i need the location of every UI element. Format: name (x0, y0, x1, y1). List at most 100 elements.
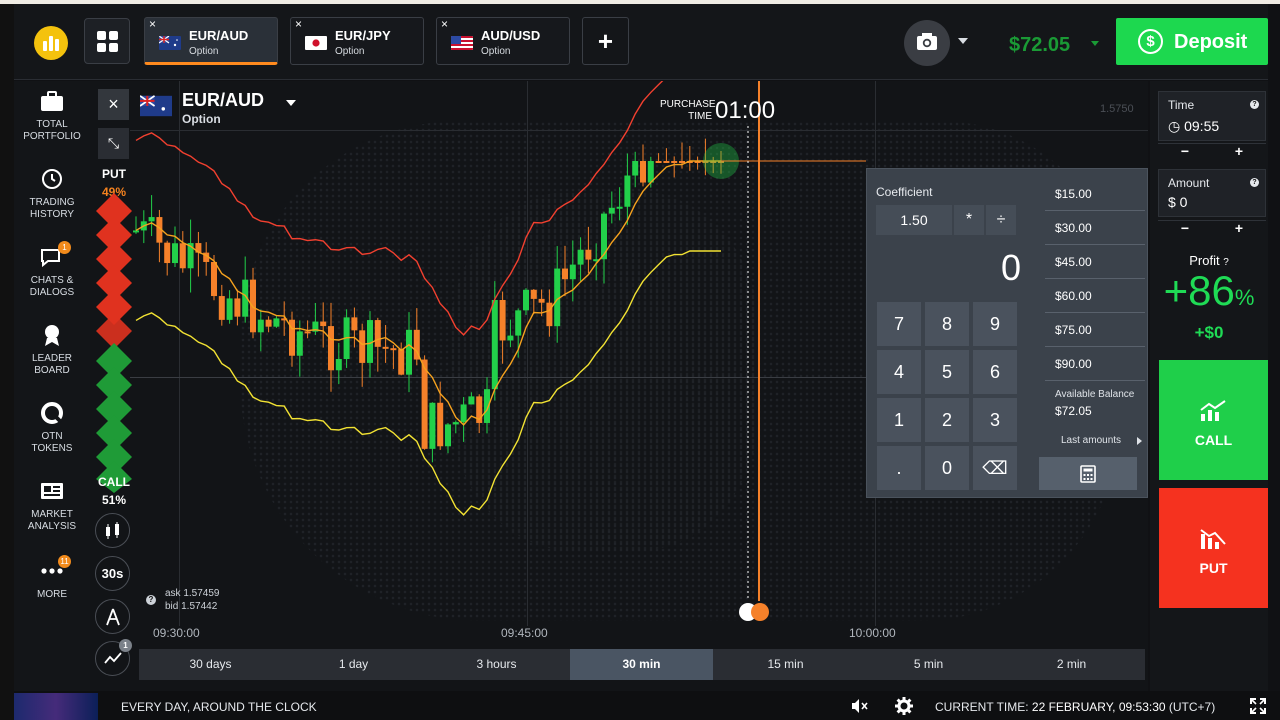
collapse-icon[interactable]: ⤡ (98, 128, 129, 159)
expiry-time-field[interactable]: Time ? ◷ 09:55 (1158, 91, 1266, 141)
price-chart[interactable]: × ⤡ PUT 49% CALL 51% 30s 1 EUR/AUD Optio… (90, 81, 1148, 691)
sentiment-bar (96, 193, 132, 493)
key-6[interactable]: 6 (973, 350, 1017, 394)
key-3[interactable]: 3 (973, 398, 1017, 442)
key-4[interactable]: 4 (877, 350, 921, 394)
australia-flag-icon (159, 36, 181, 50)
key-1[interactable]: 1 (877, 398, 921, 442)
candle-body (382, 346, 389, 349)
amount-increase-button[interactable]: + (1212, 221, 1266, 235)
settings-gear-icon[interactable] (895, 697, 913, 720)
key-8[interactable]: 8 (925, 302, 969, 346)
period-15-min[interactable]: 15 min (714, 649, 857, 680)
sidebar-item-label: MARKET (31, 509, 73, 520)
multiply-button[interactable]: * (954, 205, 984, 235)
close-chart-button[interactable]: × (98, 89, 129, 120)
key-0[interactable]: 0 (925, 446, 969, 490)
amount-label: Amount (1168, 176, 1210, 190)
sidebar-item-portfolio[interactable]: TOTAL PORTFOLIO (14, 89, 90, 143)
deposit-button[interactable]: $ Deposit (1116, 18, 1268, 65)
period-2-min[interactable]: 2 min (1000, 649, 1143, 680)
sidebar-item-more[interactable]: 11 MORE (14, 555, 90, 601)
chevron-down-icon[interactable] (1091, 41, 1099, 46)
indicators-button[interactable]: 1 (95, 639, 132, 676)
candle-body (234, 298, 241, 317)
last-amounts-link[interactable]: Last amounts (1061, 435, 1121, 446)
chart-type-button[interactable] (95, 513, 130, 548)
close-tab-icon[interactable]: × (295, 17, 302, 31)
account-balance[interactable]: $72.05 (1009, 34, 1070, 57)
sidebar-item-leaderboard[interactable]: LEADER BOARD (14, 323, 90, 377)
chevron-down-icon[interactable] (958, 38, 968, 44)
add-asset-button[interactable]: + (582, 17, 629, 65)
sidebar-item-history[interactable]: TRADING HISTORY (14, 167, 90, 221)
tab-pair: AUD/USD (481, 28, 541, 43)
key-5[interactable]: 5 (925, 350, 969, 394)
key-2[interactable]: 2 (925, 398, 969, 442)
amount-decrease-button[interactable]: − (1158, 221, 1212, 235)
mute-icon[interactable] (850, 698, 868, 719)
fullscreen-icon[interactable] (1250, 698, 1266, 719)
help-icon[interactable]: ? (146, 595, 156, 605)
sidebar-item-label: TOTAL (36, 119, 68, 130)
drawing-tools-button[interactable] (95, 599, 130, 634)
sidebar-item-market-analysis[interactable]: MARKET ANALYSIS (14, 479, 90, 533)
asset-tab-eur-jpy[interactable]: × EUR/JPY Option (290, 17, 424, 65)
key-7[interactable]: 7 (877, 302, 921, 346)
notification-badge: 1 (119, 639, 132, 652)
coefficient-field[interactable]: 1.50 (876, 205, 952, 235)
quick-amount-90[interactable]: $90.00 (1045, 348, 1145, 381)
candle-body (351, 317, 358, 331)
time-increase-button[interactable]: + (1212, 144, 1266, 158)
amount-value[interactable]: $ 0 (1168, 194, 1187, 210)
help-icon[interactable]: ? (1250, 178, 1259, 187)
quick-amount-30[interactable]: $30.00 (1045, 212, 1145, 245)
put-button[interactable]: PUT (1159, 488, 1268, 608)
timeframe-button[interactable]: 30s (95, 556, 130, 591)
quick-amount-15[interactable]: $15.00 (1045, 178, 1145, 211)
period-3-hours[interactable]: 3 hours (425, 649, 568, 680)
period-30-min[interactable]: 30 min (570, 649, 713, 680)
divide-button[interactable]: ÷ (986, 205, 1016, 235)
candle-body (359, 330, 366, 363)
sidebar-item-label: TOKENS (31, 443, 73, 454)
tab-type: Option (481, 46, 511, 57)
chevron-right-icon[interactable] (1137, 437, 1142, 445)
market-analysis-icon (41, 483, 63, 499)
key-9[interactable]: 9 (973, 302, 1017, 346)
close-tab-icon[interactable]: × (441, 17, 448, 31)
sentiment-indicator: PUT 49% CALL 51% (94, 165, 134, 507)
time-decrease-button[interactable]: − (1158, 144, 1212, 158)
logo-icon[interactable] (34, 26, 68, 60)
candles-icon (105, 522, 119, 539)
candle-body (577, 249, 584, 265)
asset-tab-aud-usd[interactable]: × AUD/USD Option (436, 17, 570, 65)
indicator-icon (103, 652, 122, 664)
assets-grid-button[interactable] (84, 18, 130, 64)
current-time: CURRENT TIME: 22 FEBRUARY, 09:53:30 (UTC… (935, 700, 1216, 714)
period-5-min[interactable]: 5 min (857, 649, 1000, 680)
amount-field[interactable]: Amount ? $ 0 (1158, 169, 1266, 217)
key-decimal[interactable]: . (877, 446, 921, 490)
period-1-day[interactable]: 1 day (282, 649, 425, 680)
asset-tab-eur-aud[interactable]: × EUR/AUD Option (144, 17, 278, 65)
coefficient-label: Coefficient (876, 185, 933, 199)
sidebar-item-label: CHATS & (30, 275, 74, 286)
quick-amount-60[interactable]: $60.00 (1045, 280, 1145, 313)
sidebar-item-chats[interactable]: 1 CHATS & DIALOGS (14, 241, 90, 299)
call-button[interactable]: CALL (1159, 360, 1268, 480)
promo-thumbnail[interactable] (14, 693, 98, 720)
call-sentiment-percent: 51% (101, 493, 127, 507)
backspace-icon[interactable]: ⌫ (973, 446, 1017, 490)
quick-amount-75[interactable]: $75.00 (1045, 314, 1145, 347)
period-30-days[interactable]: 30 days (139, 649, 282, 680)
candle-body (218, 296, 225, 320)
sidebar-item-otn-tokens[interactable]: OTN TOKENS (14, 401, 90, 455)
candle-body (320, 321, 327, 327)
help-icon[interactable]: ? (1250, 100, 1259, 109)
screenshot-button[interactable] (904, 20, 950, 66)
close-tab-icon[interactable]: × (149, 17, 156, 31)
calculator-button[interactable] (1039, 457, 1137, 490)
tab-pair: EUR/JPY (335, 28, 391, 43)
quick-amount-45[interactable]: $45.00 (1045, 246, 1145, 279)
